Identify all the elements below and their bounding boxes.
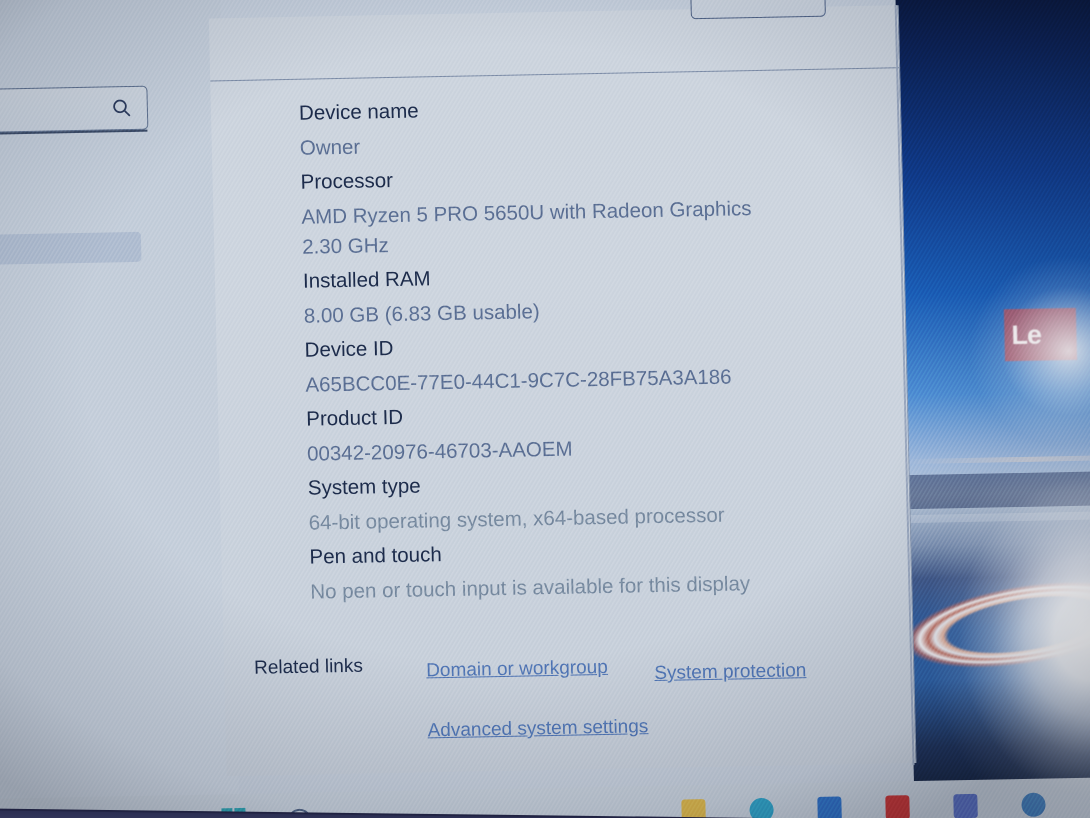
copy-button[interactable]: Copy xyxy=(690,0,826,20)
row-product-id: Product ID 00342-20976-46703-AAOEM xyxy=(306,389,898,469)
pdf-reader-icon[interactable] xyxy=(885,795,910,818)
row-installed-ram: Installed RAM 8.00 GB (6.83 GB usable) xyxy=(303,251,895,331)
laptop-screen: Le s t ty Device name Owner xyxy=(0,0,1090,818)
row-device-id: Device ID A65BCC0E-77E0-44C1-9C7C-28FB75… xyxy=(304,320,896,400)
wallpaper-headland xyxy=(906,470,1090,510)
device-specifications-list: Device name Owner Processor AMD Ryzen 5 … xyxy=(299,83,901,607)
search-icon[interactable] xyxy=(111,97,134,119)
row-pen-and-touch: Pen and touch No pen or touch input is a… xyxy=(309,527,901,607)
file-explorer-icon[interactable] xyxy=(681,799,706,818)
lenovo-watermark-text: Le xyxy=(1011,319,1042,350)
settings-search-input[interactable] xyxy=(0,85,149,134)
link-advanced-system-settings[interactable]: Advanced system settings xyxy=(427,716,648,742)
link-domain-or-workgroup[interactable]: Domain or workgroup xyxy=(426,657,608,682)
link-system-protection[interactable]: System protection xyxy=(654,660,807,685)
related-links-title: Related links xyxy=(253,655,364,679)
settings-gear-icon[interactable] xyxy=(1021,792,1046,818)
row-processor: Processor AMD Ryzen 5 PRO 5650U with Rad… xyxy=(300,152,892,262)
about-details-panel: Device name Owner Processor AMD Ryzen 5 … xyxy=(208,5,917,777)
row-system-type: System type 64-bit operating system, x64… xyxy=(307,458,899,538)
edge-browser-icon[interactable] xyxy=(749,797,774,818)
settings-sidebar: s t ty xyxy=(0,0,240,816)
related-links-section: Related links Domain or workgroup System… xyxy=(254,646,874,742)
store-icon[interactable] xyxy=(817,796,842,818)
sidebar-item-selected[interactable] xyxy=(0,231,142,266)
row-device-name: Device name Owner xyxy=(299,83,891,163)
lenovo-watermark-logo: Le xyxy=(1003,307,1078,362)
teams-icon[interactable] xyxy=(953,793,978,818)
laptop-screen-photo: Le s t ty Device name Owner xyxy=(0,0,1090,818)
